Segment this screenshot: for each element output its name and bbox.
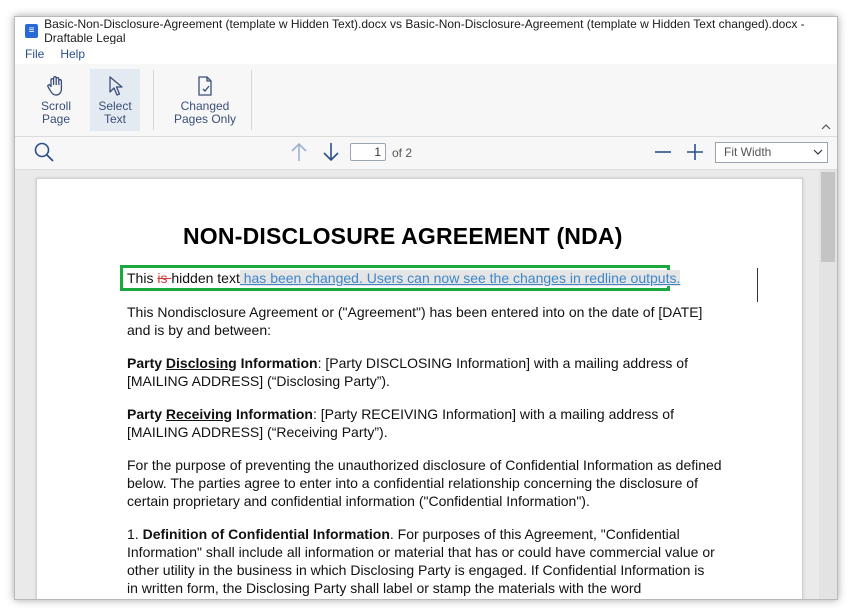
zoom-value: Fit Width bbox=[724, 145, 772, 159]
chevron-down-icon bbox=[813, 143, 823, 168]
hidden-prefix: This bbox=[127, 270, 158, 286]
definition-number: 1. bbox=[127, 526, 143, 542]
disclosing-information-word: Information bbox=[236, 355, 318, 371]
cursor-arrow-icon bbox=[109, 76, 123, 96]
menu-bar: File Help bbox=[15, 44, 837, 64]
collapse-ribbon-icon[interactable] bbox=[821, 123, 831, 134]
paragraph-purpose: For the purpose of preventing the unauth… bbox=[127, 457, 722, 509]
document-page[interactable]: NON-DISCLOSURE AGREEMENT (NDA) This is h… bbox=[36, 178, 803, 599]
menu-help[interactable]: Help bbox=[60, 47, 85, 61]
kept-text: hidden text bbox=[171, 270, 240, 286]
zoom-in-icon[interactable] bbox=[685, 141, 705, 168]
definition-heading: Definition of Confidential Information bbox=[142, 526, 390, 542]
scrollbar-thumb[interactable] bbox=[821, 172, 835, 262]
ribbon-separator bbox=[153, 70, 154, 130]
paragraph-disclosing-party: Party Disclosing Information: [Party DIS… bbox=[127, 354, 717, 390]
paragraph-definition: 1. Definition of Confidential Informatio… bbox=[127, 525, 717, 599]
paragraph-receiving-party: Party Receiving Information: [Party RECE… bbox=[127, 405, 717, 441]
page-number-input[interactable] bbox=[350, 143, 386, 161]
receiving-underlined: Receiving bbox=[165, 406, 233, 422]
zoom-select[interactable]: Fit Width bbox=[715, 142, 828, 163]
select-label-2: Text bbox=[103, 112, 126, 126]
hidden-text-line: This is hidden text has been changed. Us… bbox=[127, 270, 681, 286]
paragraph-intro: This Nondisclosure Agreement or ("Agreem… bbox=[127, 304, 703, 338]
menu-file[interactable]: File bbox=[25, 47, 44, 61]
deleted-text: is bbox=[157, 270, 172, 286]
changed-document-icon bbox=[198, 76, 212, 96]
next-change-arrow-down-icon[interactable] bbox=[321, 141, 341, 168]
page-count: of 2 bbox=[392, 146, 413, 160]
receiving-party-word: Party bbox=[127, 406, 166, 422]
receiving-information-word: Information bbox=[232, 406, 313, 422]
previous-change-arrow-up-icon[interactable] bbox=[289, 141, 309, 168]
disclosing-party-word: Party bbox=[127, 355, 166, 371]
vertical-scrollbar[interactable] bbox=[819, 170, 837, 599]
text-caret bbox=[757, 268, 758, 302]
document-viewer[interactable]: NON-DISCLOSURE AGREEMENT (NDA) This is h… bbox=[15, 170, 837, 599]
hand-icon bbox=[47, 76, 63, 96]
scroll-label-2: Page bbox=[41, 112, 71, 126]
changed-pages-only-button[interactable]: Changed Pages Only bbox=[171, 69, 239, 131]
window-title: Basic-Non-Disclosure-Agreement (template… bbox=[44, 16, 805, 45]
ribbon-separator bbox=[251, 70, 252, 130]
scroll-page-button[interactable]: Scroll Page bbox=[31, 69, 81, 131]
ribbon: Scroll Page Select Text Changed Pages On… bbox=[15, 64, 837, 137]
select-text-button[interactable]: Select Text bbox=[90, 69, 140, 131]
draftable-app-icon: ≡ bbox=[25, 23, 39, 38]
document-title: NON-DISCLOSURE AGREEMENT (NDA) bbox=[183, 223, 623, 249]
title-bar: ≡ Basic-Non-Disclosure-Agreement (templa… bbox=[15, 16, 837, 45]
disclosing-underlined: Disclosing bbox=[165, 355, 237, 371]
search-icon[interactable] bbox=[33, 141, 55, 168]
changed-label-2: Pages Only bbox=[173, 112, 237, 126]
app-window: ≡ Basic-Non-Disclosure-Agreement (templa… bbox=[14, 16, 838, 600]
viewer-toolbar: of 2 Fit Width bbox=[15, 137, 837, 170]
zoom-out-icon[interactable] bbox=[653, 141, 673, 168]
inserted-text: has been changed. Users can now see the … bbox=[239, 270, 681, 286]
